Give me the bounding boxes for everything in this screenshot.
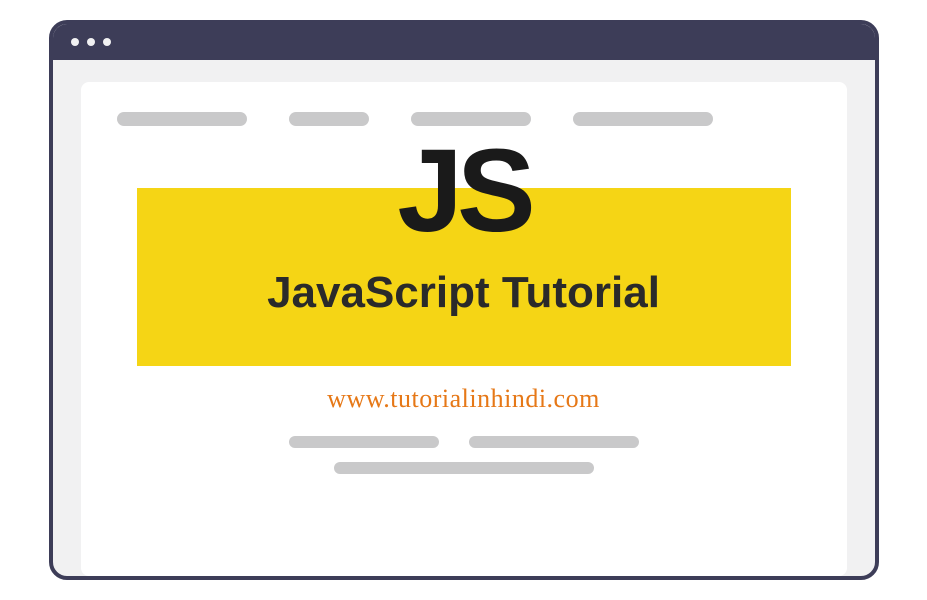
placeholder-bar [289,112,369,126]
banner-title: JavaScript Tutorial [157,268,771,318]
js-logo-text: JS [397,132,529,250]
footer-placeholder-group [117,436,811,474]
placeholder-bar [411,112,531,126]
window-control-dot [87,38,95,46]
browser-window-mockup: JS JavaScript Tutorial www.tutorialinhin… [49,20,879,580]
placeholder-bar [469,436,639,448]
placeholder-bar [573,112,713,126]
placeholder-row [289,436,639,448]
inner-card: JS JavaScript Tutorial www.tutorialinhin… [81,82,847,576]
window-control-dot [71,38,79,46]
website-url: www.tutorialinhindi.com [117,384,811,414]
content-area: JS JavaScript Tutorial www.tutorialinhin… [53,60,875,576]
placeholder-bar [289,436,439,448]
placeholder-bar [334,462,594,474]
placeholder-row [334,462,594,474]
window-titlebar [53,24,875,60]
placeholder-bar [117,112,247,126]
window-control-dot [103,38,111,46]
nav-placeholder-row [117,112,811,126]
